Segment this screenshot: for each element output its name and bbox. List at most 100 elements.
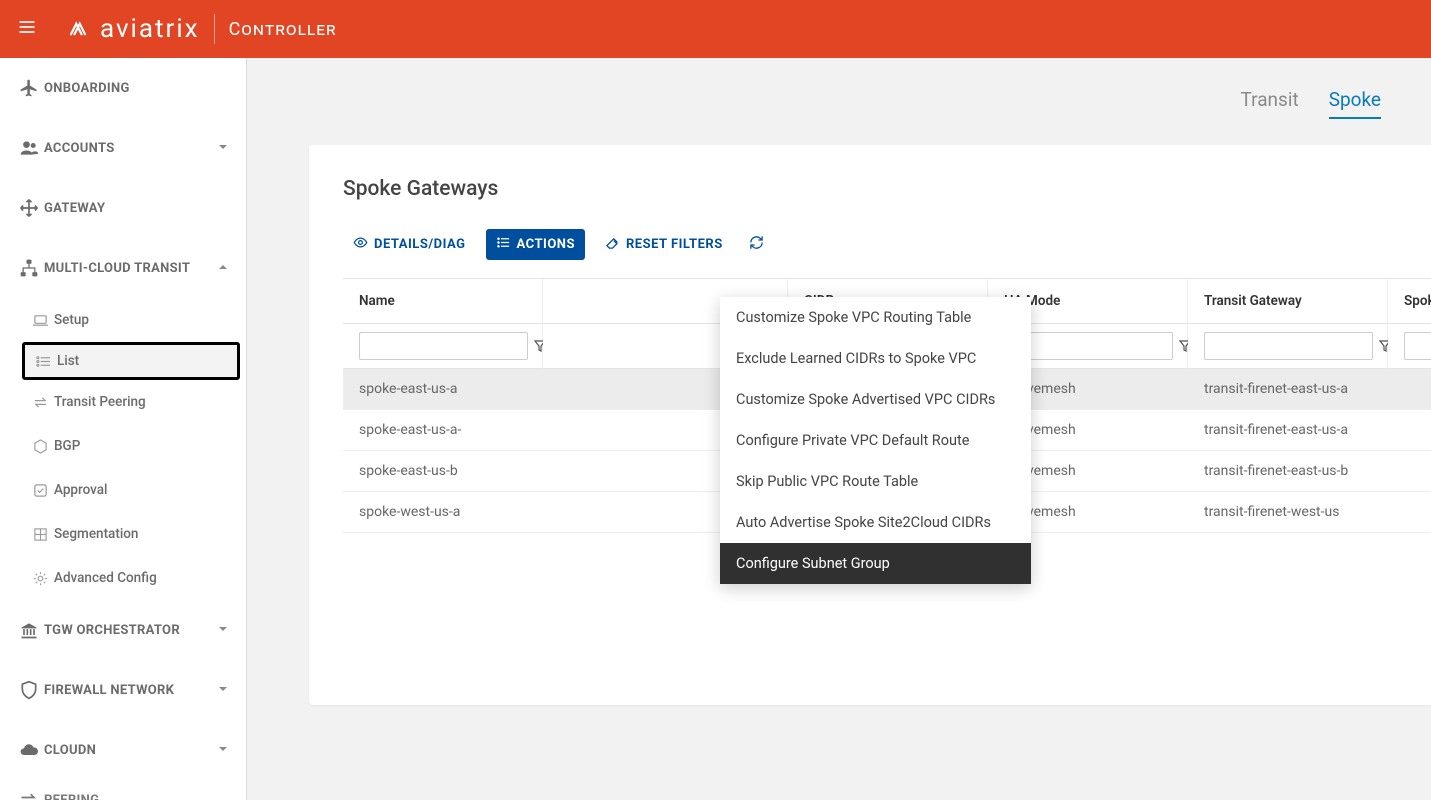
nav-label: TGW Orchestrator: [44, 623, 218, 638]
chevron-up-icon: [218, 261, 232, 276]
swap-icon: [14, 790, 44, 800]
subnav-label: BGP: [54, 438, 80, 454]
chevron-down-icon: [218, 141, 232, 156]
col-name[interactable]: Name: [343, 279, 543, 324]
cell-name: spoke-east-us-a-: [343, 410, 543, 451]
top-bar: aviatrix Controller: [0, 0, 1431, 58]
chevron-down-icon: [218, 623, 232, 638]
eye-icon: [353, 235, 368, 254]
network-icon: [14, 258, 44, 278]
nav-label: CloudN: [44, 743, 218, 758]
cell-tg: transit-firenet-east-us-a: [1188, 369, 1388, 410]
nav-label: Onboarding: [44, 81, 232, 96]
nav-item-cloudn[interactable]: CloudN: [0, 720, 246, 780]
subnav-item-transit-peering[interactable]: Transit Peering: [0, 380, 246, 424]
cell-peer: [1388, 451, 1431, 492]
subnav-label: Transit Peering: [54, 394, 146, 410]
action-exclude-cidrs[interactable]: Exclude Learned CIDRs to Spoke VPC: [720, 338, 1031, 379]
button-label: RESET FILTERS: [626, 237, 723, 252]
menu-toggle-button[interactable]: [10, 12, 44, 46]
filter-cell-tg: [1188, 324, 1388, 369]
brand-subtitle: Controller: [229, 19, 337, 40]
nav-label: Gateway: [44, 201, 232, 216]
action-customize-advertised[interactable]: Customize Spoke Advertised VPC CIDRs: [720, 379, 1031, 420]
subnav-label: Segmentation: [54, 526, 138, 542]
hexagon-icon: [26, 439, 54, 454]
reset-filters-button[interactable]: RESET FILTERS: [595, 229, 733, 260]
action-configure-private-route[interactable]: Configure Private VPC Default Route: [720, 420, 1031, 461]
cell-peer: [1388, 410, 1431, 451]
cell-tg: transit-firenet-west-us: [1188, 492, 1388, 533]
plane-icon: [14, 78, 44, 98]
grid-icon: [26, 527, 54, 542]
subnav-label: Setup: [54, 312, 89, 328]
subnav-item-list[interactable]: List: [22, 342, 240, 380]
list-icon: [496, 235, 511, 254]
details-diag-button[interactable]: DETAILS/DIAG: [343, 229, 476, 260]
subnav-item-bgp[interactable]: BGP: [0, 424, 246, 468]
col-transit-gateway[interactable]: Transit Gateway: [1188, 279, 1388, 324]
action-customize-routing[interactable]: Customize Spoke VPC Routing Table: [720, 297, 1031, 338]
filter-input-name[interactable]: [359, 332, 528, 360]
nav-item-accounts[interactable]: Accounts: [0, 118, 246, 178]
cell-name: spoke-west-us-a: [343, 492, 543, 533]
card-toolbar: DETAILS/DIAG ACTIONS RESET FILTERS: [343, 229, 1431, 260]
action-auto-advertise[interactable]: Auto Advertise Spoke Site2Cloud CIDRs: [720, 502, 1031, 543]
cell-name: spoke-east-us-a: [343, 369, 543, 410]
action-configure-subnet-group[interactable]: Configure Subnet Group: [720, 543, 1031, 584]
nav-item-multi-cloud-transit[interactable]: Multi-Cloud Transit: [0, 238, 246, 298]
cloud-icon: [14, 740, 44, 760]
nav-item-tgw-orchestrator[interactable]: TGW Orchestrator: [0, 600, 246, 660]
col-spoke-peer[interactable]: Spoke Peer: [1388, 279, 1431, 324]
nav-label: Firewall Network: [44, 683, 218, 698]
refresh-button[interactable]: [743, 229, 770, 260]
subnav-multi-cloud-transit: Setup List Transit Peering BGP Approval …: [0, 298, 246, 600]
nav-item-firewall-network[interactable]: Firewall Network: [0, 660, 246, 720]
nav-item-onboarding[interactable]: Onboarding: [0, 58, 246, 118]
brand-logo-icon: [64, 15, 92, 43]
users-icon: [14, 138, 44, 158]
brand: aviatrix: [64, 14, 200, 44]
list-icon: [29, 354, 57, 369]
cell-tg: transit-firenet-east-us-a: [1188, 410, 1388, 451]
header-divider: [214, 14, 215, 44]
cell-peer: [1388, 369, 1431, 410]
actions-button[interactable]: ACTIONS: [486, 229, 585, 260]
subnav-item-approval[interactable]: Approval: [0, 468, 246, 512]
gear-icon: [26, 571, 54, 586]
filter-cell-name: [343, 324, 543, 369]
subnav-item-advanced-config[interactable]: Advanced Config: [0, 556, 246, 600]
nav-item-gateway[interactable]: Gateway: [0, 178, 246, 238]
cell-tg: transit-firenet-east-us-b: [1188, 451, 1388, 492]
button-label: ACTIONS: [517, 237, 575, 252]
hamburger-icon: [17, 17, 37, 41]
subnav-item-setup[interactable]: Setup: [0, 298, 246, 342]
tab-transit[interactable]: Transit: [1241, 88, 1299, 119]
laptop-icon: [26, 313, 54, 328]
subnav-item-segmentation[interactable]: Segmentation: [0, 512, 246, 556]
chevron-down-icon: [218, 743, 232, 758]
button-label: DETAILS/DIAG: [374, 237, 466, 252]
refresh-icon: [749, 235, 764, 254]
check-icon: [26, 483, 54, 498]
cell-peer: [1388, 492, 1431, 533]
nav-label: Multi-Cloud Transit: [44, 261, 218, 276]
nav-item-peering[interactable]: Peering: [0, 780, 246, 800]
chevron-down-icon: [218, 683, 232, 698]
tab-spoke[interactable]: Spoke: [1329, 88, 1381, 119]
nav-label: Accounts: [44, 141, 218, 156]
subnav-label: List: [57, 353, 79, 369]
filter-input-tg[interactable]: [1204, 332, 1373, 360]
action-skip-public-route[interactable]: Skip Public VPC Route Table: [720, 461, 1031, 502]
nav-label: Peering: [44, 793, 232, 800]
eraser-icon: [605, 235, 620, 254]
subnav-label: Approval: [54, 482, 108, 498]
brand-name: aviatrix: [100, 14, 200, 44]
cell-name: spoke-east-us-b: [343, 451, 543, 492]
filter-input-peer[interactable]: [1404, 332, 1431, 360]
sidebar: Onboarding Accounts Gateway Multi-Cloud …: [0, 58, 247, 800]
card-title: Spoke Gateways: [343, 177, 1431, 201]
bank-icon: [14, 620, 44, 640]
shield-icon: [14, 680, 44, 700]
page-tabs: Transit Spoke: [247, 88, 1431, 119]
